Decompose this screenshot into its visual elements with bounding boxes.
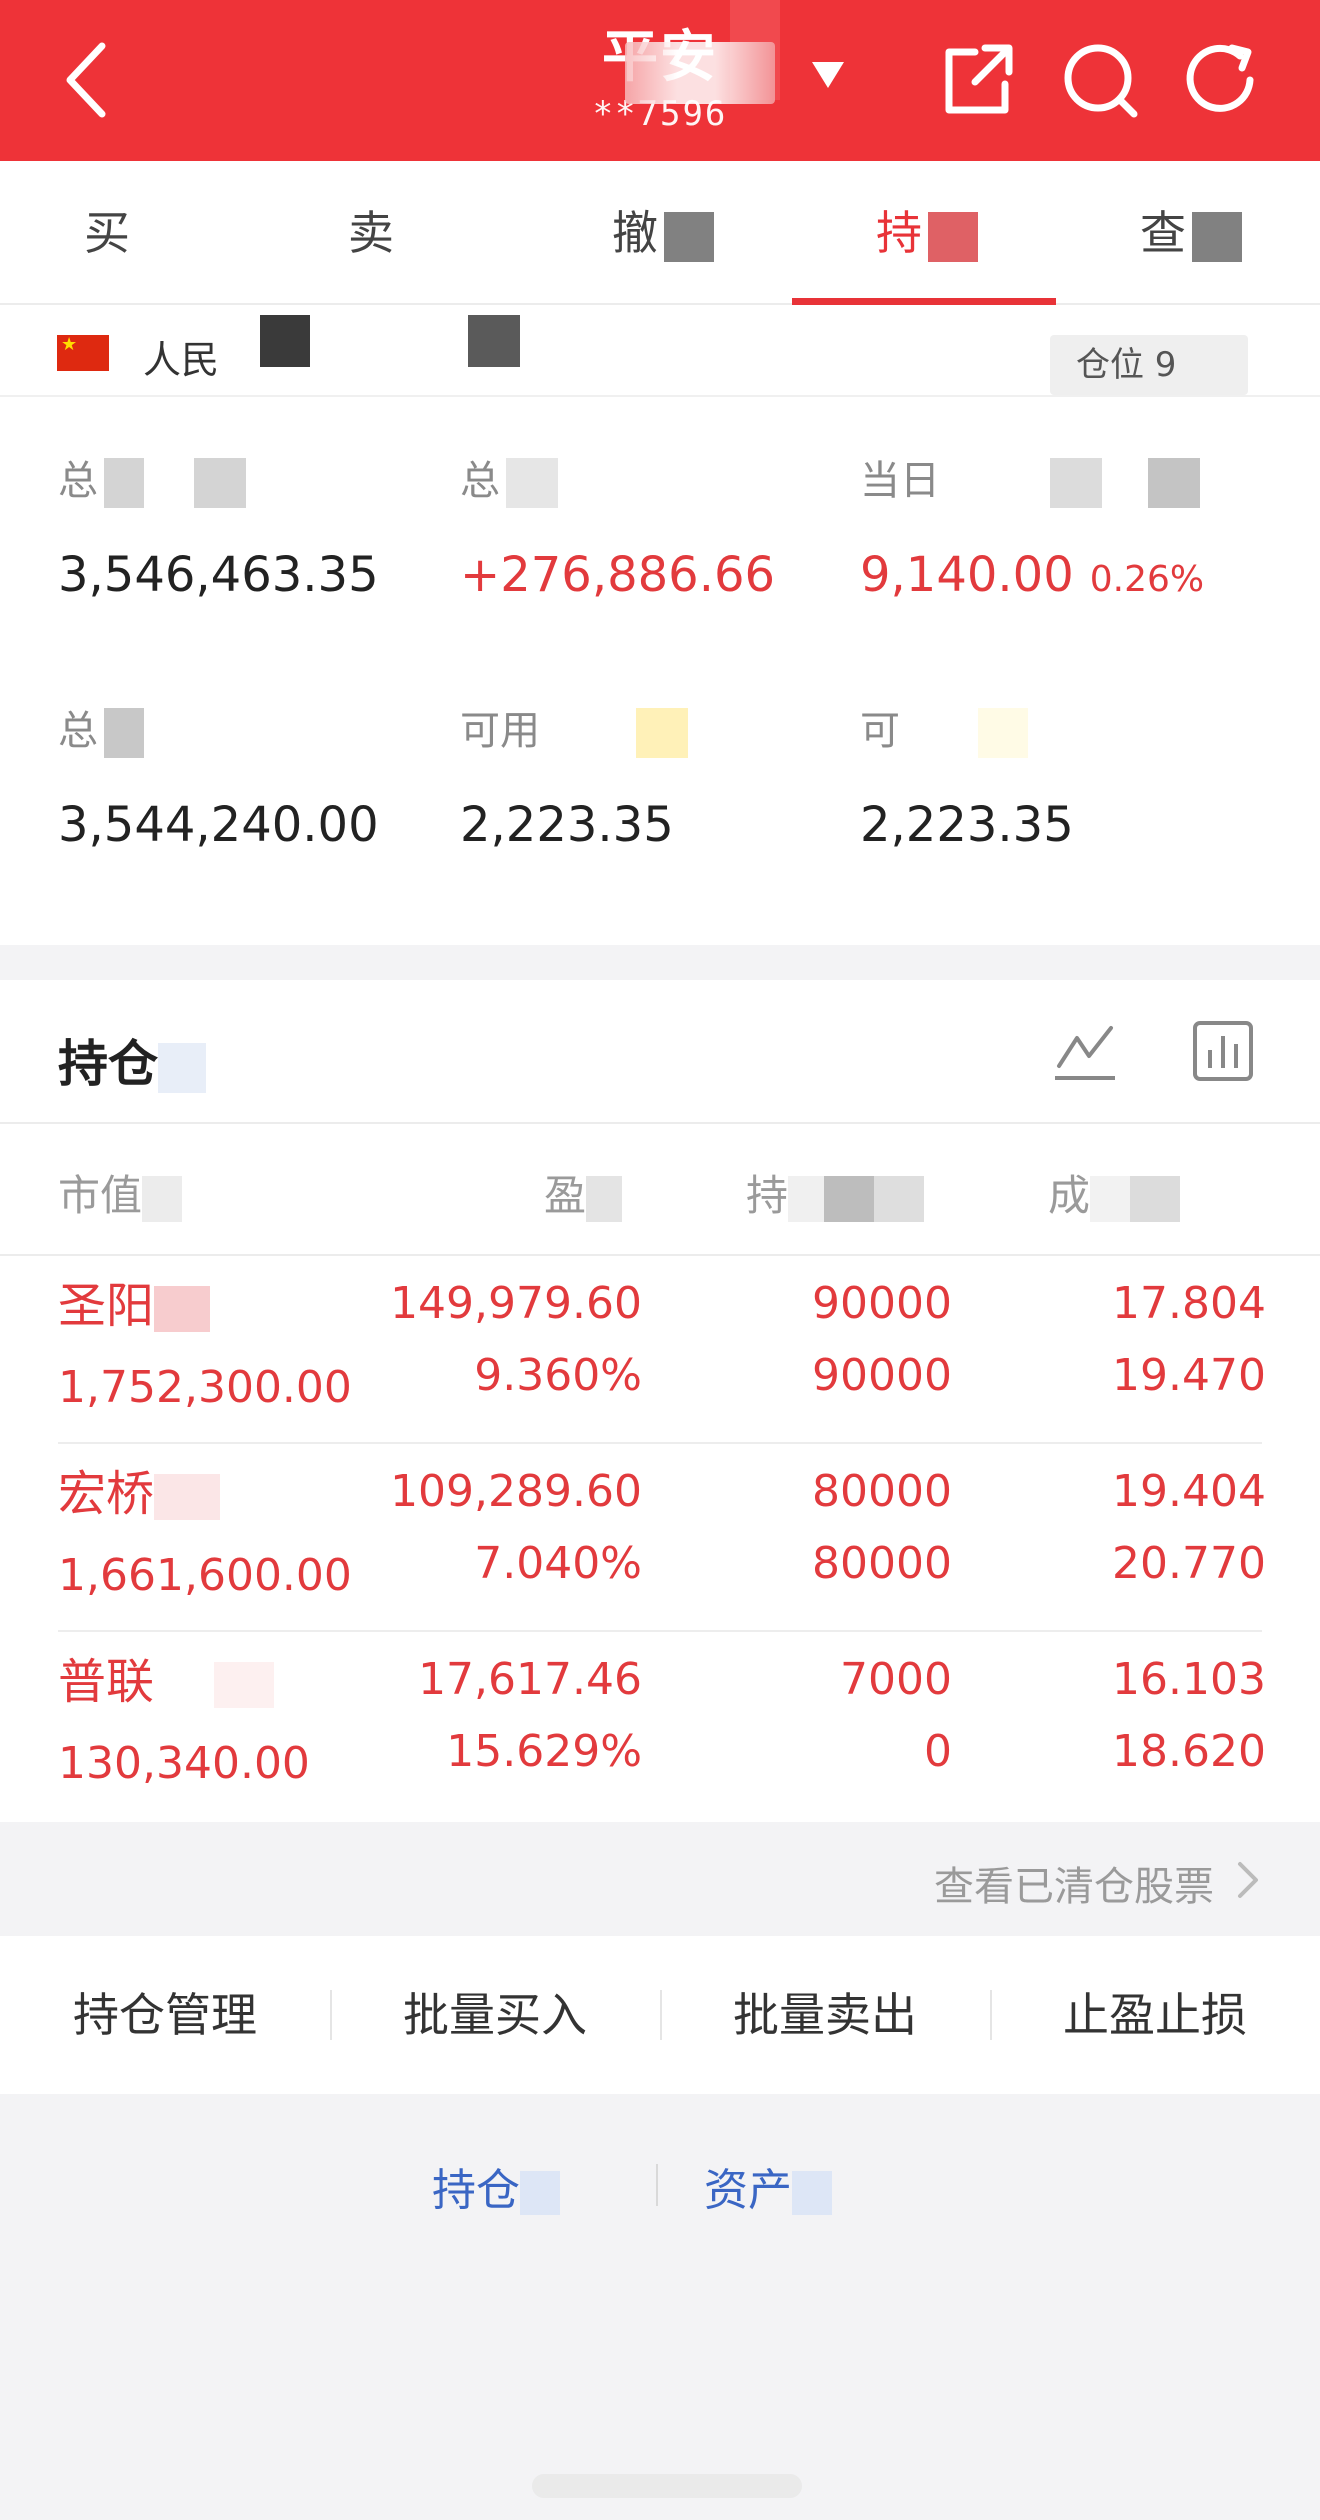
- profit-loss: 109,289.60: [390, 1466, 642, 1517]
- holdings-analysis-link[interactable]: 持仓: [432, 2154, 560, 2218]
- metric-value: 3,546,463.35: [58, 547, 379, 603]
- profit-loss-percent: 15.629%: [446, 1726, 642, 1777]
- daily-profit-value: 9,140.00: [860, 547, 1074, 603]
- column-header-quantity[interactable]: 持: [746, 1162, 925, 1223]
- profit-loss-percent: 7.040%: [474, 1538, 642, 1589]
- account-summary: ★ 人民 仓位 9 总 3,546,463.35 总 +276,886.66 当…: [0, 305, 1320, 945]
- stock-name: 普联: [58, 1654, 275, 1710]
- divider: [656, 2164, 658, 2206]
- tab-label: 查: [1140, 206, 1186, 260]
- batch-sell-button[interactable]: 批量卖出: [660, 1936, 990, 2094]
- back-icon[interactable]: [58, 40, 118, 120]
- holdings-title: 持仓: [58, 1024, 206, 1096]
- china-flag-icon: ★: [57, 335, 109, 371]
- tab-query[interactable]: 查: [1056, 161, 1320, 305]
- asset-analysis-link[interactable]: 资产: [704, 2154, 832, 2218]
- metric-label: 可用: [460, 703, 840, 759]
- metric-label: 可: [860, 703, 1240, 759]
- available-quantity: 0: [924, 1726, 952, 1777]
- metric-value: 9,140.00 0.26%: [860, 545, 1280, 610]
- market-value: 1,661,600.00: [58, 1550, 352, 1601]
- currency-row: ★ 人民 仓位 9: [0, 305, 1320, 397]
- bar-chart-icon[interactable]: [1192, 1020, 1254, 1082]
- cost-price: 16.103: [1112, 1654, 1266, 1705]
- position-ratio-badge: 仓位 9: [1050, 335, 1248, 395]
- tab-label: 买: [84, 206, 130, 260]
- chevron-right-icon: [1238, 1862, 1258, 1898]
- holdings-table-header: 市值 盈 持 成: [0, 1122, 1320, 1256]
- current-price: 19.470: [1112, 1350, 1266, 1401]
- market-value: 1,752,300.00: [58, 1362, 352, 1413]
- take-profit-stop-loss-button[interactable]: 止盈止损: [990, 1936, 1320, 2094]
- stock-name: 宏桥: [58, 1466, 221, 1522]
- cost-price: 17.804: [1112, 1278, 1266, 1329]
- column-header-market-value[interactable]: 市值: [58, 1162, 183, 1223]
- metric-value: 2,223.35: [460, 797, 674, 853]
- table-row[interactable]: 宏桥 1,661,600.00 109,289.60 7.040% 80000 …: [0, 1444, 1320, 1632]
- top-bar: 平安 **7596: [0, 0, 1320, 161]
- metric-value: +276,886.66: [460, 547, 776, 603]
- table-row[interactable]: 圣阳 1,752,300.00 149,979.60 9.360% 90000 …: [0, 1256, 1320, 1444]
- metric-label: 总: [460, 453, 840, 509]
- withdrawable-funds: 可 2,223.35: [860, 703, 1240, 855]
- total-market-value: 总 3,544,240.00: [58, 703, 438, 855]
- tab-label: 持: [876, 206, 922, 260]
- cleared-stocks-label: 查看已清仓股票: [934, 1864, 1214, 1910]
- batch-buy-button[interactable]: 批量买入: [330, 1936, 660, 2094]
- home-indicator: [532, 2474, 802, 2498]
- holding-quantity: 80000: [812, 1466, 952, 1517]
- tab-holdings[interactable]: 持: [792, 161, 1056, 305]
- table-row[interactable]: 普联 130,340.00 17,617.46 15.629% 7000 0 1…: [0, 1632, 1320, 1820]
- profit-loss: 149,979.60: [390, 1278, 642, 1329]
- redaction-mark: [468, 315, 520, 367]
- column-header-cost[interactable]: 成: [1048, 1162, 1181, 1223]
- cleared-stocks-link[interactable]: 查看已清仓股票: [0, 1822, 1320, 1936]
- share-icon[interactable]: [935, 38, 1019, 122]
- column-header-pnl[interactable]: 盈: [544, 1162, 623, 1223]
- current-price: 20.770: [1112, 1538, 1266, 1589]
- tab-cancel[interactable]: 撤: [528, 161, 792, 305]
- total-profit: 总 +276,886.66: [460, 453, 840, 605]
- metric-label: 总: [58, 453, 438, 509]
- metric-value: 2,223.35: [860, 797, 1074, 853]
- redaction-mark: [928, 211, 978, 262]
- total-assets: 总 3,546,463.35: [58, 453, 438, 605]
- tab-label: 卖: [348, 206, 394, 260]
- available-quantity: 80000: [812, 1538, 952, 1589]
- trade-tabs: 买 卖 撤 持 查: [0, 161, 1320, 305]
- trend-chart-icon[interactable]: [1053, 1022, 1117, 1082]
- holdings-panel: 持仓 市值 盈 持 成 圣阳 1,752,300.00 149,979.60 9…: [0, 980, 1320, 1822]
- tab-label: 撤: [612, 206, 658, 260]
- daily-profit-percent: 0.26%: [1089, 559, 1205, 600]
- daily-profit: 当日 9,140.00 0.26%: [860, 453, 1280, 610]
- market-value: 130,340.00: [58, 1738, 310, 1789]
- redaction-mark: [260, 315, 310, 367]
- cost-price: 19.404: [1112, 1466, 1266, 1517]
- holding-quantity: 90000: [812, 1278, 952, 1329]
- profit-loss-percent: 9.360%: [474, 1350, 642, 1401]
- redaction-mark: [625, 42, 775, 104]
- redaction-mark: [158, 1042, 206, 1093]
- metric-label: 当日: [860, 453, 1280, 509]
- redaction-mark: [664, 211, 714, 262]
- manage-holdings-button[interactable]: 持仓管理: [0, 1936, 330, 2094]
- stock-name: 圣阳: [58, 1278, 211, 1334]
- active-tab-indicator: [792, 298, 1056, 305]
- bottom-links: 持仓 资产: [0, 2094, 1320, 2520]
- search-icon[interactable]: [1058, 38, 1142, 122]
- redaction-mark: [1192, 211, 1242, 262]
- metric-label: 总: [58, 703, 438, 759]
- metric-value: 3,544,240.00: [58, 797, 379, 853]
- tab-buy[interactable]: 买: [0, 161, 264, 305]
- currency-label: 人民: [143, 338, 220, 382]
- available-quantity: 90000: [812, 1350, 952, 1401]
- profit-loss: 17,617.46: [418, 1654, 642, 1705]
- current-price: 18.620: [1112, 1726, 1266, 1777]
- dropdown-caret-icon[interactable]: [812, 62, 844, 88]
- tab-sell[interactable]: 卖: [264, 161, 528, 305]
- available-funds: 可用 2,223.35: [460, 703, 840, 855]
- refresh-icon[interactable]: [1180, 38, 1264, 122]
- holding-quantity: 7000: [840, 1654, 952, 1705]
- holding-actions-bar: 持仓管理 批量买入 批量卖出 止盈止损: [0, 1936, 1320, 2094]
